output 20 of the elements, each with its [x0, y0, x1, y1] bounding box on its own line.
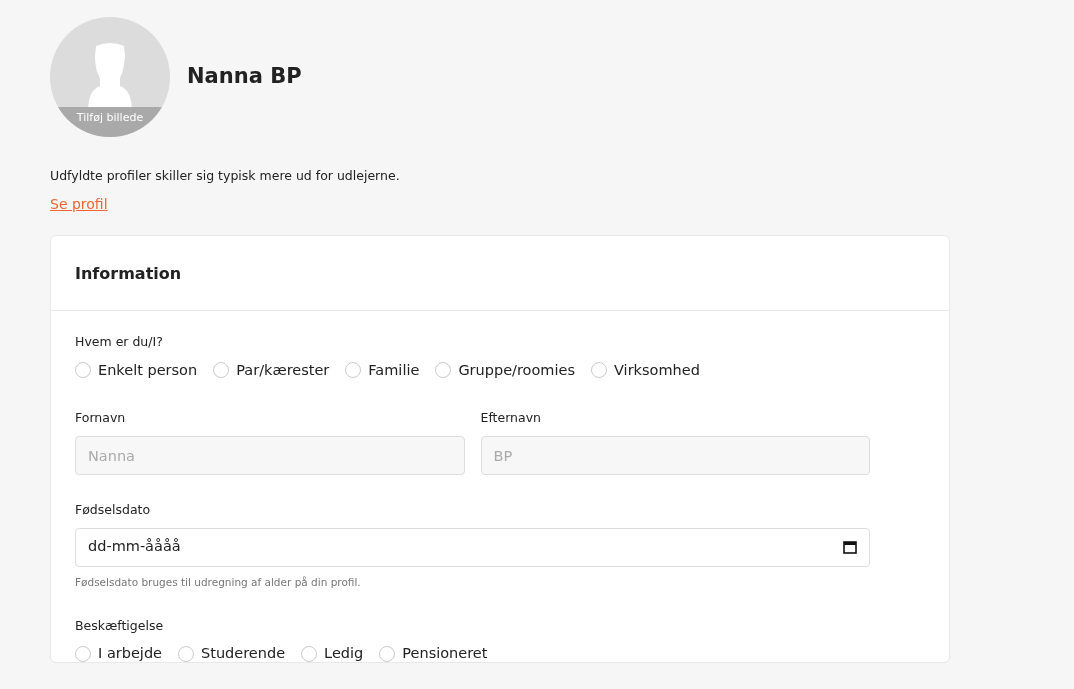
radio-option[interactable]: Virksomhed [591, 359, 700, 382]
field-label: Efternavn [480, 409, 542, 428]
radio-option[interactable]: Enkelt person [75, 359, 198, 382]
radio-option[interactable]: I arbejde [75, 643, 162, 665]
radio-option[interactable]: Par/kærester [213, 359, 330, 382]
radio-option[interactable]: Ledig [301, 643, 364, 665]
radio-option[interactable]: Gruppe/roomies [435, 359, 575, 382]
field-label: Fornavn [75, 409, 127, 428]
radio-option[interactable]: Pensioneret [379, 643, 488, 665]
card-title: Information [51, 235, 949, 311]
field-label: Hvem er du/I? [75, 332, 164, 351]
calendar-icon[interactable] [843, 540, 857, 555]
help-text: Fødselsdato bruges til udregning af alder på din profil. [75, 574, 362, 590]
field-label: Fødselsdato [75, 501, 152, 519]
field-label: Beskæftigelse [75, 616, 165, 635]
radio-option[interactable]: Familie [345, 359, 420, 382]
date-input[interactable]: dd-mm-åååå [75, 527, 870, 567]
profile-hint: Udfyldte profiler skiller sig typisk mere ud for udlejerne. [50, 167, 401, 185]
profile-name: Nanna BP [187, 64, 302, 90]
radio-option[interactable]: Studerende [178, 643, 286, 665]
